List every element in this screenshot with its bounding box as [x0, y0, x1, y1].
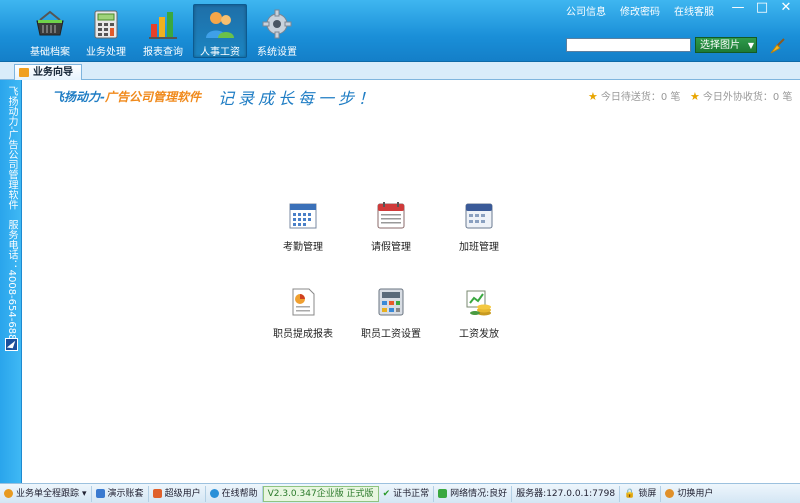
function-label: 职员工资设置 — [361, 329, 421, 340]
left-sidebar: 飞扬动力-广告公司管理软件 服务电话：4008-654-688 — [0, 80, 22, 483]
version-badge: V2.3.0.347企业版 正式版 — [262, 485, 379, 502]
overtime-management[interactable]: 加班管理 — [444, 200, 514, 253]
certificate-label: 证书正常 — [393, 488, 430, 499]
server-info: 服务器:127.0.0.1:7798 — [512, 485, 621, 502]
online-help-label: 在线帮助 — [221, 488, 258, 499]
overtime-calendar-icon — [465, 203, 493, 229]
network-status: 网络情况:良好 — [434, 485, 513, 502]
toolbar-label: 系统设置 — [257, 47, 297, 58]
bar-chart-icon — [149, 12, 177, 39]
brand-part2: 广告公司管理软件 — [104, 90, 201, 104]
outsourced-receipt-text: 今日外协收货：0 笔 — [702, 92, 793, 103]
change-password-link[interactable]: 修改密码 — [620, 3, 660, 18]
gear-icon — [262, 9, 292, 39]
pending-delivery-text: 今日待送货：0 笔 — [600, 92, 681, 103]
function-label: 职员提成报表 — [273, 329, 333, 340]
sidebar-service-text: 飞扬动力-广告公司管理软件 服务电话：4008-654-688 — [6, 86, 17, 341]
tracking-label: 业务单全程跟踪 — [16, 488, 80, 499]
maximize-button[interactable]: □ — [754, 1, 770, 15]
demo-account-button[interactable]: 演示账套 — [92, 485, 149, 502]
toolbar-hr-salary[interactable]: 人事工资 — [193, 4, 247, 58]
function-label: 加班管理 — [459, 242, 499, 253]
salary-settings[interactable]: 职员工资设置 — [356, 287, 426, 340]
broom-icon[interactable] — [768, 37, 786, 55]
basket-icon — [36, 10, 64, 36]
user-icon — [152, 489, 162, 498]
leave-calendar-icon — [377, 202, 405, 229]
chevron-down-icon: ▼ — [747, 41, 754, 50]
tab-label: 业务向导 — [33, 67, 73, 78]
toolbar-business[interactable]: 业务处理 — [79, 4, 133, 58]
commission-report[interactable]: 职员提成报表 — [268, 287, 338, 340]
tab-business-guide[interactable]: 业务向导 — [14, 64, 82, 80]
salary-payment[interactable]: 工资发放 — [444, 287, 514, 340]
switch-user-label: 切换用户 — [677, 488, 714, 499]
company-info-link[interactable]: 公司信息 — [566, 3, 606, 18]
status-bar: 业务单全程跟踪 ▾ 演示账套 超级用户 在线帮助 V2.3.0.347企业版 正… — [0, 483, 800, 503]
current-user[interactable]: 超级用户 — [149, 485, 206, 502]
select-image-button[interactable]: 选择图片 ▼ — [695, 37, 757, 53]
check-icon: ✔ — [382, 488, 391, 499]
chevron-down-icon: ▾ — [82, 488, 87, 499]
lock-screen-label: 锁屏 — [638, 488, 657, 499]
tab-strip: 业务向导 — [0, 62, 800, 80]
star-icon: ★ — [690, 90, 700, 103]
attendance-management[interactable]: 考勤管理 — [268, 200, 338, 253]
users-icon — [206, 12, 234, 38]
lock-icon: 🔒 — [624, 488, 636, 499]
toolbar-basic-archive[interactable]: 基础档案 — [23, 4, 77, 58]
certificate-status: ✔ 证书正常 — [379, 485, 435, 502]
brand-title: 飞扬动力-广告公司管理软件 — [52, 88, 201, 105]
commission-report-icon — [292, 288, 315, 316]
window-controls: — □ ✕ — [730, 1, 794, 15]
switch-user-icon — [665, 489, 675, 498]
server-label: 服务器:127.0.0.1:7798 — [516, 488, 616, 499]
top-links: 公司信息 修改密码 在线客服 — [566, 3, 714, 18]
lock-screen-button[interactable]: 🔒 锁屏 — [620, 485, 662, 502]
outsourced-receipt-status: ★ 今日外协收货：0 笔 — [690, 88, 792, 103]
tracking-icon — [4, 489, 13, 498]
logo-icon — [5, 338, 18, 351]
top-toolbar: 公司信息 修改密码 在线客服 — □ ✕ 基础档案 业务处理 报表查询 人事工资… — [0, 0, 800, 62]
toolbar-label: 人事工资 — [200, 47, 240, 58]
toolbar-label: 业务处理 — [86, 47, 126, 58]
select-image-label: 选择图片 — [700, 40, 740, 51]
network-label: 网络情况:良好 — [450, 488, 508, 499]
online-help-button[interactable]: 在线帮助 — [206, 485, 263, 502]
function-label: 工资发放 — [459, 329, 499, 340]
function-label: 请假管理 — [371, 242, 411, 253]
brand-part1: 飞扬动力- — [52, 90, 105, 104]
pending-delivery-status: ★ 今日待送货：0 笔 — [588, 88, 680, 103]
folder-icon — [19, 68, 29, 77]
toolbar-label: 报表查询 — [143, 47, 183, 58]
function-label: 考勤管理 — [283, 242, 323, 253]
globe-icon — [209, 489, 219, 498]
close-button[interactable]: ✕ — [778, 1, 794, 15]
salary-payment-icon — [466, 290, 491, 316]
minimize-button[interactable]: — — [730, 1, 746, 15]
tracking-dropdown[interactable]: 业务单全程跟踪 ▾ — [0, 485, 92, 502]
switch-user-button[interactable]: 切换用户 — [661, 486, 717, 502]
account-icon — [95, 489, 105, 498]
main-content: 飞扬动力-广告公司管理软件 记录成长每一步！ ★ 今日待送货：0 笔 ★ 今日外协收… — [22, 80, 800, 483]
star-icon: ★ — [588, 90, 598, 103]
toolbar-label: 基础档案 — [30, 47, 70, 58]
salary-settings-icon — [378, 288, 404, 316]
toolbar-system-settings[interactable]: 系统设置 — [250, 4, 304, 58]
slogan: 记录成长每一步！ — [218, 89, 379, 108]
image-search-input[interactable] — [566, 38, 691, 52]
network-icon — [438, 489, 448, 498]
leave-management[interactable]: 请假管理 — [356, 200, 426, 253]
attendance-calendar-icon — [289, 203, 317, 229]
demo-account-label: 演示账套 — [107, 488, 144, 499]
online-service-link[interactable]: 在线客服 — [674, 3, 714, 18]
calculator-icon — [94, 10, 118, 39]
toolbar-reports[interactable]: 报表查询 — [136, 4, 190, 58]
current-user-label: 超级用户 — [164, 488, 201, 499]
